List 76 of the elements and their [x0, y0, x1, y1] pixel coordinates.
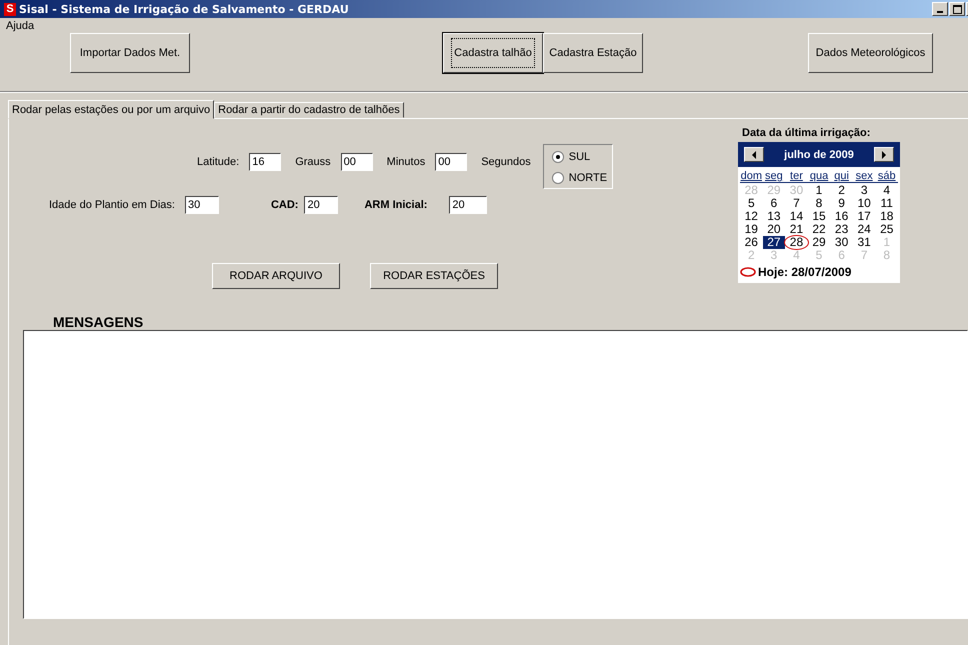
planting-age-field[interactable]: 30: [184, 196, 219, 214]
calendar-day[interactable]: 1: [808, 184, 830, 197]
toolbar-button[interactable]: Cadastra talhão: [443, 33, 543, 73]
calendar-day[interactable]: 12: [740, 210, 763, 223]
calendar-month: julho de 2009: [784, 148, 854, 160]
today-ring-icon: [740, 267, 756, 277]
calendar-day[interactable]: 10: [852, 197, 876, 210]
toolbar-button[interactable]: Dados Meteorológicos: [808, 33, 933, 73]
minutes-field[interactable]: 00: [340, 153, 373, 171]
weekday-label: qua: [808, 170, 830, 182]
calendar-day[interactable]: 3: [852, 184, 876, 197]
calendar-day[interactable]: 2: [830, 184, 853, 197]
left-triangle-icon: [751, 150, 757, 158]
calendar-day[interactable]: 19: [740, 223, 763, 236]
calendar-day[interactable]: 15: [808, 210, 830, 223]
calendar-day[interactable]: 13: [762, 210, 786, 223]
hemisphere-radio[interactable]: NORTE: [552, 172, 612, 184]
seconds-label: Segundos: [481, 156, 531, 168]
calendar-day[interactable]: 17: [852, 210, 876, 223]
calendar-day[interactable]: 16: [830, 210, 853, 223]
next-month-button[interactable]: [874, 147, 894, 162]
weekday-label: dom: [740, 170, 763, 182]
action-button[interactable]: RODAR ESTAÇÕES: [370, 263, 498, 289]
cad-label: CAD:: [270, 199, 298, 211]
calendar-day[interactable]: 30: [830, 236, 853, 249]
previous-month-button[interactable]: [744, 147, 764, 162]
menu-item[interactable]: Ajuda: [4, 20, 36, 32]
calendar-day[interactable]: 27: [762, 236, 786, 249]
calendar-day[interactable]: 5: [740, 197, 763, 210]
calendar-day[interactable]: 21: [785, 223, 808, 236]
latitude-label: Latitude:: [197, 156, 240, 168]
calendar-title: Data da última irrigação:: [742, 127, 872, 139]
calendar-day[interactable]: 29: [808, 236, 830, 249]
weekday-label: seg: [764, 170, 784, 182]
arm-field[interactable]: 20: [449, 196, 488, 214]
window-title: Sisal - Sistema de Irrigação de Salvamento - GERDAU: [19, 2, 350, 16]
calendar-day[interactable]: 20: [762, 223, 786, 236]
calendar-day[interactable]: 25: [875, 223, 898, 236]
today-label[interactable]: Hoje: 28/07/2009: [758, 265, 852, 279]
calendar-day[interactable]: 24: [852, 223, 876, 236]
planting-age-label: Idade do Plantio em Dias:: [49, 199, 175, 211]
cad-field[interactable]: 20: [304, 196, 338, 214]
calendar-day[interactable]: 4: [875, 184, 898, 197]
calendar-day[interactable]: 7: [785, 197, 808, 210]
weekday-label: ter: [789, 170, 804, 182]
tab[interactable]: Rodar a partir do cadastro de talhões: [214, 102, 404, 118]
calendar-day[interactable]: 6: [762, 197, 786, 210]
minimize-button[interactable]: [932, 2, 948, 16]
app-icon: S: [4, 2, 16, 16]
degrees-label: Grauss: [295, 156, 331, 168]
degrees-field[interactable]: 16: [249, 153, 282, 171]
calendar-day[interactable]: 9: [830, 197, 853, 210]
calendar-day[interactable]: 8: [808, 197, 830, 210]
calendar-day[interactable]: 14: [785, 210, 808, 223]
action-button[interactable]: RODAR ARQUIVO: [212, 263, 340, 289]
calendar-day[interactable]: 31: [852, 236, 876, 249]
calendar-day[interactable]: 28: [785, 236, 808, 249]
tab[interactable]: Rodar pelas estações ou por um arquivo: [8, 100, 214, 119]
arm-label: ARM Inicial:: [364, 199, 428, 211]
toolbar-button[interactable]: Importar Dados Met.: [70, 33, 190, 73]
messages-title: MENSAGENS: [53, 314, 144, 330]
weekday-label: sáb: [876, 170, 897, 182]
toolbar-button[interactable]: Cadastra Estação: [543, 33, 643, 73]
seconds-field[interactable]: 00: [435, 153, 468, 171]
hemisphere-radio[interactable]: SUL: [552, 150, 612, 162]
maximize-icon: [952, 4, 962, 14]
calendar-day[interactable]: 26: [740, 236, 763, 249]
calendar-day[interactable]: 23: [830, 223, 853, 236]
calendar-day[interactable]: 11: [875, 197, 898, 210]
maximize-button[interactable]: [949, 2, 965, 16]
weekday-label: sex: [854, 170, 874, 182]
calendar-day[interactable]: 22: [808, 223, 830, 236]
minutes-label: Minutos: [386, 156, 426, 168]
right-triangle-icon: [880, 150, 887, 158]
calendar-day[interactable]: 18: [875, 210, 898, 223]
weekday-label: qui: [833, 170, 850, 182]
